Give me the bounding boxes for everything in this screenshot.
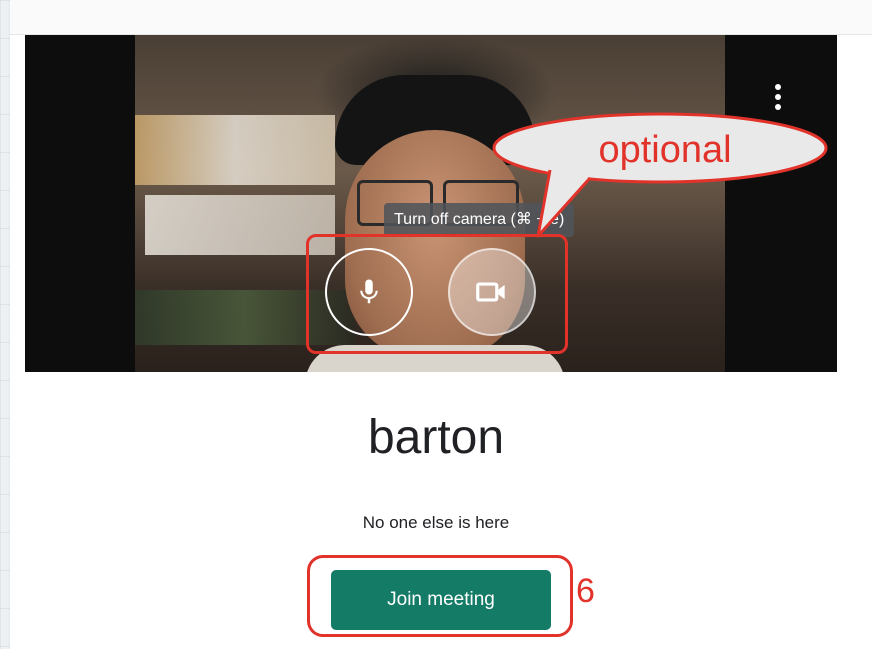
background-shelf — [135, 290, 355, 345]
microphone-icon — [360, 279, 378, 304]
meeting-title: barton — [367, 411, 505, 464]
camera-toggle-button[interactable] — [448, 248, 536, 336]
person-shirt — [305, 345, 565, 372]
more-vert-icon — [775, 94, 781, 100]
more-vert-icon — [775, 84, 781, 90]
participants-status: No one else is here — [362, 513, 510, 532]
join-meeting-button[interactable]: Join meeting — [331, 570, 551, 630]
microphone-toggle-button[interactable] — [325, 248, 413, 336]
videocam-icon — [476, 282, 505, 302]
background-shelf — [145, 195, 335, 255]
background-shelf — [135, 115, 335, 185]
step-number-label: 6 — [576, 572, 595, 610]
callout-label: optional — [598, 129, 732, 171]
top-bar — [10, 0, 872, 35]
